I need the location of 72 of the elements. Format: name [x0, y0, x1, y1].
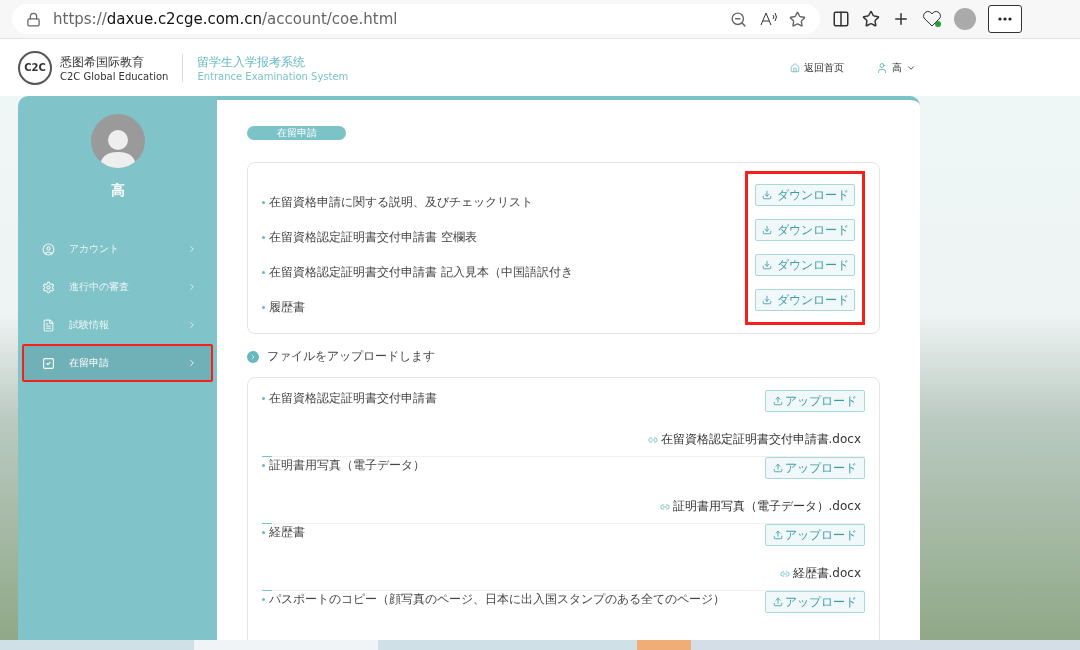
section-tab[interactable]: 在留申請 — [247, 126, 346, 140]
sidebar-item[interactable]: 進行中の審査 — [22, 268, 213, 306]
chevron-icon — [247, 350, 259, 363]
upload-icon — [773, 463, 783, 473]
sidebar-label: 在留申請 — [69, 356, 110, 370]
more-button[interactable] — [988, 5, 1022, 33]
sidebar-label: 進行中の審査 — [69, 280, 130, 294]
brand-subtitle: C2C Global Education — [60, 70, 169, 82]
file-link[interactable]: 在留資格認定証明書交付申請書.docx — [647, 431, 861, 448]
document-label: 在留資格申請に関する説明、及びチェックリスト — [262, 194, 533, 211]
sidebar-label: アカウント — [69, 242, 120, 256]
read-aloud-icon[interactable] — [759, 11, 777, 27]
logo: C2C — [18, 50, 52, 85]
link-icon — [779, 568, 790, 579]
document-label: 証明書用写真（電子データ） — [262, 457, 765, 479]
sidebar-label: 試験情報 — [69, 318, 110, 332]
download-icon — [761, 260, 772, 270]
sidebar-item[interactable]: 在留申請 — [22, 344, 213, 382]
link-icon — [659, 501, 670, 512]
checkbox-icon — [42, 356, 55, 370]
gear-icon — [42, 280, 55, 294]
chevron-icon — [187, 358, 197, 368]
more-icon — [998, 17, 1012, 21]
upload-icon — [773, 530, 783, 540]
download-button[interactable]: ダウンロード — [755, 289, 855, 311]
user-name: 高 — [110, 182, 125, 200]
split-screen-icon[interactable] — [832, 10, 850, 28]
upload-button[interactable]: アップロード — [765, 524, 865, 546]
home-link[interactable]: 返回首页 — [790, 60, 844, 75]
download-button[interactable]: ダウンロード — [755, 184, 855, 206]
download-icon — [761, 225, 772, 235]
upload-button[interactable]: アップロード — [765, 457, 865, 479]
system-subtitle: Entrance Examination System — [197, 70, 350, 82]
user-icon — [42, 242, 55, 256]
avatar-silhouette — [90, 114, 145, 168]
url-text: https://daxue.c2cge.com.cn/account/coe.html — [53, 10, 399, 28]
favorites-icon[interactable] — [862, 10, 880, 28]
home-icon — [790, 62, 800, 73]
document-label: パスポートのコピー（顔写真のページ、日本に出入国スタンプのある全てのページ） — [262, 591, 765, 613]
upload-button[interactable]: アップロード — [765, 390, 865, 412]
upload-icon — [773, 396, 783, 406]
upload-button[interactable]: アップロード — [765, 591, 865, 613]
file-link[interactable]: 証明書用写真（電子データ）.docx — [659, 498, 861, 515]
document-label: 在留資格認定証明書交付申請書 — [262, 390, 765, 412]
heart-pulse-icon[interactable] — [922, 10, 942, 28]
file-link[interactable]: 経歴書.docx — [779, 565, 861, 582]
sidebar-item[interactable]: 試験情報 — [22, 306, 213, 344]
document-label: 在留資格認定証明書交付申請書 記入見本（中国語訳付き — [262, 264, 573, 281]
system-title: 留学生入学报考系统 — [197, 53, 307, 71]
download-button[interactable]: ダウンロード — [755, 219, 855, 241]
upload-icon — [773, 597, 783, 607]
zoom-out-icon[interactable] — [730, 10, 747, 28]
link-icon — [647, 434, 658, 445]
collections-icon[interactable] — [892, 10, 910, 28]
document-label: 履歴書 — [262, 299, 305, 316]
section-title: ファイルをアップロードします — [267, 348, 435, 365]
star-icon[interactable] — [789, 10, 806, 28]
chevron-icon — [187, 244, 197, 254]
document-label: 在留資格認定証明書交付申請書 空欄表 — [262, 229, 477, 246]
download-icon — [761, 295, 772, 305]
address-bar[interactable]: https://daxue.c2cge.com.cn/account/coe.html — [12, 4, 820, 34]
chevron-icon — [187, 320, 197, 330]
brand-name: 悉图希国际教育 — [60, 53, 145, 71]
document-icon — [42, 318, 55, 332]
download-icon — [761, 190, 772, 200]
download-button[interactable]: ダウンロード — [755, 254, 855, 276]
lock-icon — [26, 11, 41, 27]
document-label: 経歴書 — [262, 524, 765, 546]
user-menu[interactable]: 高 — [870, 59, 922, 76]
user-icon — [876, 61, 888, 74]
sidebar-item[interactable]: アカウント — [22, 230, 213, 268]
chevron-icon — [187, 282, 197, 292]
